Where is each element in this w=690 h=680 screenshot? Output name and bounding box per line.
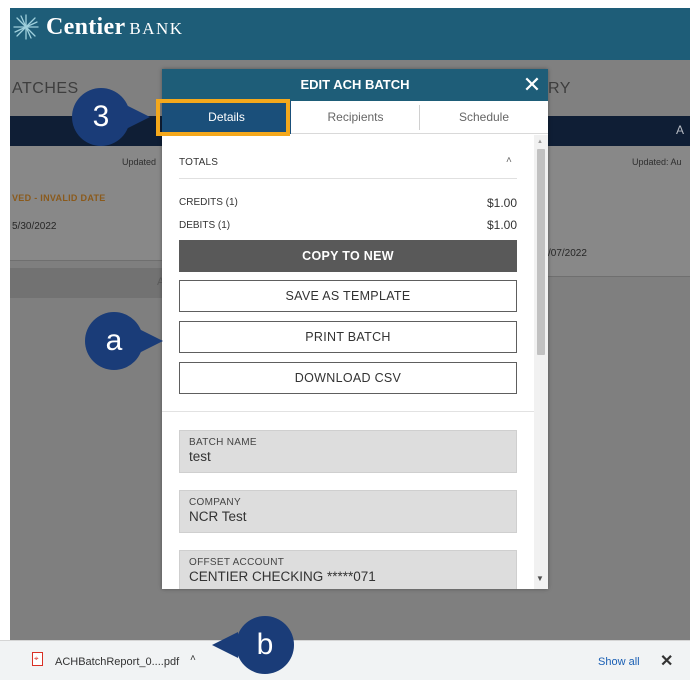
credits-label: CREDITS (1): [179, 197, 238, 208]
background-updated-label: Updated: [122, 157, 157, 167]
callout-b: b: [212, 616, 294, 674]
field-label: OFFSET ACCOUNT: [189, 557, 285, 568]
background-tab-history: RY: [548, 80, 571, 97]
copy-to-new-button[interactable]: COPY TO NEW: [179, 240, 517, 272]
callout-letter: b: [256, 628, 274, 661]
tab-recipients[interactable]: Recipients: [291, 101, 420, 134]
details-tab-highlight: [156, 99, 290, 136]
debits-value: $1.00: [486, 218, 517, 232]
callout-pointer: [212, 632, 238, 658]
download-file-name[interactable]: ACHBatchReport_0....pdf: [55, 656, 179, 668]
brand-suffix: BANK: [129, 18, 184, 38]
batch-name-field[interactable]: BATCH NAME test: [179, 430, 517, 473]
callout-letter: a: [105, 324, 123, 357]
scrollbar-thumb[interactable]: [537, 149, 545, 355]
field-value: CENTIER CHECKING *****071: [189, 569, 376, 584]
field-label: BATCH NAME: [189, 437, 257, 448]
company-field[interactable]: COMPANY NCR Test: [179, 490, 517, 533]
edit-ach-batch-modal: EDIT ACH BATCH ✕ Details Recipients Sche…: [162, 69, 548, 589]
background-bar: [10, 268, 162, 298]
callout-pointer: [124, 104, 150, 130]
save-as-template-button[interactable]: SAVE AS TEMPLATE: [179, 280, 517, 312]
offset-account-field[interactable]: OFFSET ACCOUNT CENTIER CHECKING *****071: [179, 550, 517, 589]
background-header-letter: A: [676, 123, 685, 137]
scroll-down-icon[interactable]: ▼: [536, 575, 544, 583]
chevron-up-icon[interactable]: ˄: [506, 155, 512, 166]
background-date: 5/30/2022: [12, 221, 57, 232]
print-batch-button[interactable]: PRINT BATCH: [179, 321, 517, 353]
callout-step-3: 3: [72, 88, 150, 146]
scroll-up-icon[interactable]: ▲: [537, 139, 543, 145]
brand-name: Centier BANK: [46, 13, 184, 40]
background-tab-batches: ATCHES: [12, 80, 79, 97]
download-csv-button[interactable]: DOWNLOAD CSV: [179, 362, 517, 394]
bank-logo[interactable]: Centier BANK: [12, 12, 184, 42]
callout-a: a: [85, 312, 163, 370]
callout-number: 3: [92, 100, 110, 133]
field-value: NCR Test: [189, 509, 247, 524]
close-icon[interactable]: ✕: [660, 651, 673, 671]
credits-value: $1.00: [486, 196, 517, 210]
pdf-glyph: ⌖: [34, 654, 39, 663]
debits-label: DEBITS (1): [179, 220, 231, 231]
pdf-file-icon[interactable]: ⌖: [32, 652, 43, 666]
background-status-text: VED - INVALID DATE: [12, 193, 106, 203]
close-icon[interactable]: ✕: [521, 72, 543, 98]
callout-pointer: [137, 328, 163, 354]
totals-heading[interactable]: TOTALS: [179, 157, 218, 168]
modal-title: EDIT ACH BATCH: [300, 77, 410, 92]
field-label: COMPANY: [189, 497, 241, 508]
starburst-logo-icon: [13, 14, 39, 40]
section-divider: [162, 411, 534, 412]
tab-schedule[interactable]: Schedule: [420, 101, 548, 134]
tab-divider: [419, 105, 420, 130]
show-all-link[interactable]: Show all: [598, 656, 640, 668]
divider: [179, 178, 517, 179]
chevron-up-icon[interactable]: ˄: [190, 653, 196, 664]
background-date: /07/2022: [548, 248, 587, 259]
background-updated-label: Updated: Au: [632, 157, 682, 167]
field-value: test: [189, 449, 211, 464]
